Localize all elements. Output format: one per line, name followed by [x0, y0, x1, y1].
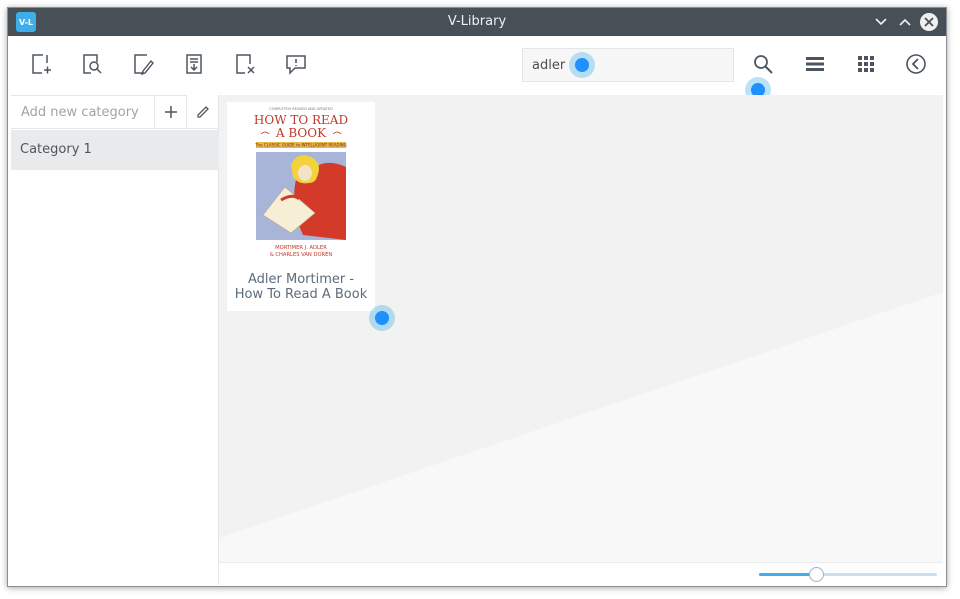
back-button[interactable] — [903, 51, 929, 77]
close-button[interactable] — [920, 13, 938, 31]
zoom-slider-handle[interactable] — [809, 567, 824, 582]
delete-book-icon — [236, 54, 255, 74]
search-book-button[interactable] — [79, 51, 105, 77]
edit-category-button[interactable] — [187, 95, 219, 129]
comment-icon — [286, 55, 306, 75]
list-view-button[interactable] — [802, 51, 828, 77]
cover-title-line1: HOW TO READ — [254, 113, 348, 127]
window-title: V-Library — [447, 14, 507, 29]
cover-tagline: COMPLETELY REVISED AND UPDATED — [269, 107, 333, 111]
book-title-line2: How To Read A Book — [234, 287, 368, 302]
zoom-slider-fill — [759, 573, 816, 576]
book-title-line1: Adler Mortimer - — [247, 272, 355, 287]
import-book-icon — [186, 54, 202, 74]
edit-book-icon — [134, 54, 154, 75]
chevron-up-icon — [899, 18, 911, 26]
book-cover-image: COMPLETELY REVISED AND UPDATED HOW TO RE… — [253, 105, 349, 261]
comment-button[interactable] — [283, 51, 309, 77]
grid-view-icon — [858, 56, 874, 72]
plus-icon — [164, 106, 177, 118]
delete-book-button[interactable] — [232, 51, 258, 77]
cover-title-line2: A BOOK — [275, 126, 327, 140]
book-grid: COMPLETELY REVISED AND UPDATED HOW TO RE… — [219, 95, 943, 562]
pencil-icon — [197, 105, 209, 118]
touch-indicator — [569, 52, 595, 78]
app-window: V-L V-Library adler Add new category Cat… — [7, 7, 947, 587]
search-field[interactable] — [522, 48, 734, 82]
book-title: Adler Mortimer - How To Read A Book — [227, 272, 375, 302]
chevron-down-icon — [875, 18, 887, 26]
edit-book-button[interactable] — [130, 51, 156, 77]
cover-subtitle: The CLASSIC GUIDE to INTELLIGENT READING — [254, 143, 347, 148]
search-button[interactable] — [750, 51, 776, 77]
book-card[interactable]: COMPLETELY REVISED AND UPDATED HOW TO RE… — [227, 102, 375, 311]
sidebar-item-category-1[interactable]: Category 1 — [11, 130, 219, 170]
close-icon — [924, 17, 934, 27]
search-book-icon — [83, 54, 102, 74]
add-category-button[interactable] — [155, 95, 187, 129]
zoom-slider[interactable] — [759, 567, 937, 582]
add-book-button[interactable] — [28, 51, 54, 77]
new-category-input[interactable] — [11, 96, 154, 128]
back-icon — [906, 54, 926, 74]
toolbar — [11, 37, 943, 103]
cover-author-1: MORTIMER J. ADLER — [275, 245, 327, 251]
minimize-button[interactable] — [872, 13, 890, 31]
category-input-wrapper[interactable] — [11, 95, 155, 129]
category-sidebar: Category 1 — [11, 95, 219, 585]
touch-indicator — [369, 305, 395, 331]
add-book-icon — [32, 54, 51, 74]
grid-view-button[interactable] — [853, 51, 879, 77]
cover-author-2: & CHARLES VAN DOREN — [270, 252, 333, 258]
search-input[interactable] — [523, 49, 733, 81]
title-bar[interactable]: V-L V-Library — [8, 8, 946, 36]
import-book-button[interactable] — [181, 51, 207, 77]
list-view-icon — [806, 57, 824, 71]
maximize-button[interactable] — [896, 13, 914, 31]
search-icon — [754, 55, 773, 74]
status-bar — [219, 562, 943, 585]
